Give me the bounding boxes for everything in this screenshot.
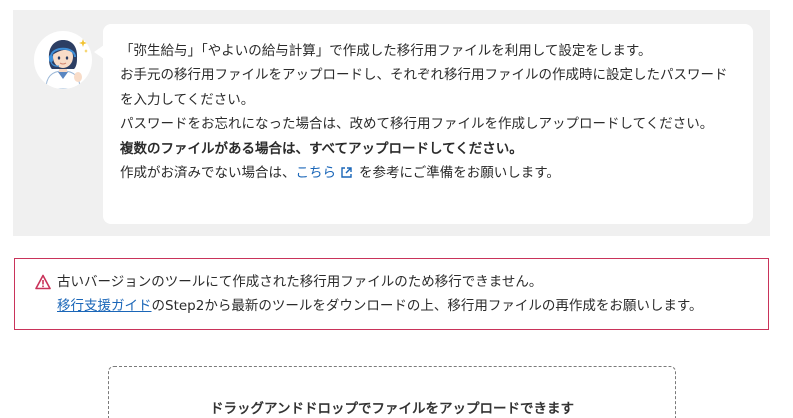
guide-text-line3: パスワードをお忘れになった場合は、改めて移行用ファイルを作成しアップロードしてく… [120, 116, 714, 133]
warning-icon [35, 274, 51, 290]
guide-text-line5-suffix: を参考にご準備をお願いします。 [359, 165, 560, 182]
guide-text-line5: 作成がお済みでない場合は、こちら を参考にご準備をお願いします。 [120, 161, 737, 187]
file-dropzone[interactable]: ドラッグアンドドロップでファイルをアップロードできます [108, 366, 676, 418]
external-link-icon[interactable] [340, 163, 353, 187]
error-alert: 古いバージョンのツールにて作成された移行用ファイルのため移行できません。 移行支… [14, 258, 769, 330]
reference-link[interactable]: こちら [296, 165, 360, 181]
guide-speech-bubble: 「弥生給与」「やよいの給与計算」で作成した移行用ファイルを利用して設定をします。… [94, 24, 753, 224]
reference-link-label[interactable]: こちら [296, 165, 337, 181]
guide-text-line5-prefix: 作成がお済みでない場合は、 [120, 165, 296, 182]
guide-text-line4: 複数のファイルがある場合は、すべてアップロードしてください。 [120, 140, 523, 157]
error-alert-line2: 移行支援ガイドのStep2から最新のツールをダウンロードの上、移行用ファイルの再… [35, 294, 756, 318]
support-agent-avatar [34, 31, 92, 89]
error-alert-line1: 古いバージョンのツールにて作成された移行用ファイルのため移行できません。 [35, 270, 756, 294]
error-alert-message: 古いバージョンのツールにて作成された移行用ファイルのため移行できません。 [57, 274, 543, 290]
migration-guide-link[interactable]: 移行支援ガイド [57, 298, 152, 314]
guide-panel: 「弥生給与」「やよいの給与計算」で作成した移行用ファイルを利用して設定をします。… [13, 10, 770, 236]
guide-text-line1: 「弥生給与」「やよいの給与計算」で作成した移行用ファイルを利用して設定をします。 [120, 43, 652, 59]
error-alert-message2: のStep2から最新のツールをダウンロードの上、移行用ファイルの再作成をお願いし… [151, 298, 703, 314]
dropzone-label: ドラッグアンドドロップでファイルをアップロードできます [210, 401, 574, 417]
guide-text-line2: お手元の移行用ファイルをアップロードし、それぞれ移行用ファイルの作成時に設定した… [120, 67, 728, 108]
